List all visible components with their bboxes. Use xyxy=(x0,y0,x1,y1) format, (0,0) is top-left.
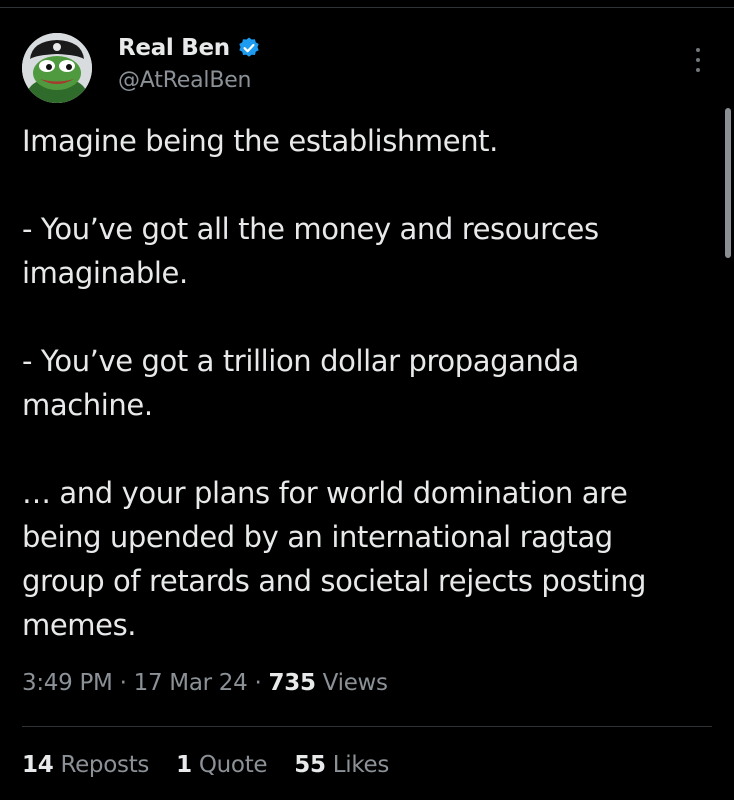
tweet-text-line: machine. xyxy=(22,388,153,422)
tweet-text-blank-line xyxy=(22,295,722,339)
stats-divider xyxy=(22,726,712,727)
tweet-text-line: imaginable. xyxy=(22,256,188,290)
tweet-header: Real Ben @AtRealBen xyxy=(22,33,712,105)
avatar[interactable] xyxy=(22,33,92,103)
scrollbar-thumb[interactable] xyxy=(725,108,731,258)
reposts-link[interactable]: 14 Reposts xyxy=(22,752,149,778)
likes-label: Likes xyxy=(332,752,390,778)
views-count: 735 xyxy=(268,670,316,696)
meta-separator: · xyxy=(119,670,127,696)
tweet-text-blank-line xyxy=(22,163,722,207)
more-vertical-icon xyxy=(696,58,700,62)
author-block: Real Ben @AtRealBen xyxy=(118,33,261,93)
display-name[interactable]: Real Ben xyxy=(118,35,230,61)
author-handle[interactable]: @AtRealBen xyxy=(118,68,261,93)
tweet-text-line: being upended by an international ragtag xyxy=(22,520,613,554)
quotes-label: Quote xyxy=(198,752,268,778)
tweet-text-line: - You’ve got all the money and resources xyxy=(22,212,599,246)
more-vertical-icon xyxy=(696,48,700,52)
top-divider xyxy=(0,7,734,8)
tweet-text-line: memes. xyxy=(22,608,137,642)
tweet-text: Imagine being the establishment. - You’v… xyxy=(22,119,722,647)
more-options-button[interactable] xyxy=(684,44,712,76)
frog-avatar-icon xyxy=(22,33,92,103)
reposts-count: 14 xyxy=(22,752,54,778)
tweet-text-line: - You’ve got a trillion dollar propagand… xyxy=(22,344,579,378)
meta-separator: · xyxy=(254,670,262,696)
engagement-stats: 14 Reposts 1 Quote 55 Likes xyxy=(22,752,409,778)
likes-count: 55 xyxy=(294,752,326,778)
tweet-meta: 3:49 PM · 17 Mar 24 · 735 Views xyxy=(22,670,388,696)
display-name-row: Real Ben xyxy=(118,33,261,63)
tweet-text-line: group of retards and societal rejects po… xyxy=(22,564,647,598)
verified-badge-icon[interactable] xyxy=(237,36,261,60)
reposts-label: Reposts xyxy=(60,752,150,778)
likes-link[interactable]: 55 Likes xyxy=(294,752,389,778)
quotes-link[interactable]: 1 Quote xyxy=(176,752,267,778)
tweet-text-line: … and your plans for world domination ar… xyxy=(22,476,628,510)
tweet-time[interactable]: 3:49 PM xyxy=(22,670,113,696)
tweet-date[interactable]: 17 Mar 24 xyxy=(134,670,248,696)
views-label: Views xyxy=(322,670,388,696)
tweet-text-line: Imagine being the establishment. xyxy=(22,124,498,158)
tweet-text-blank-line xyxy=(22,427,722,471)
quotes-count: 1 xyxy=(176,752,192,778)
more-vertical-icon xyxy=(696,68,700,72)
